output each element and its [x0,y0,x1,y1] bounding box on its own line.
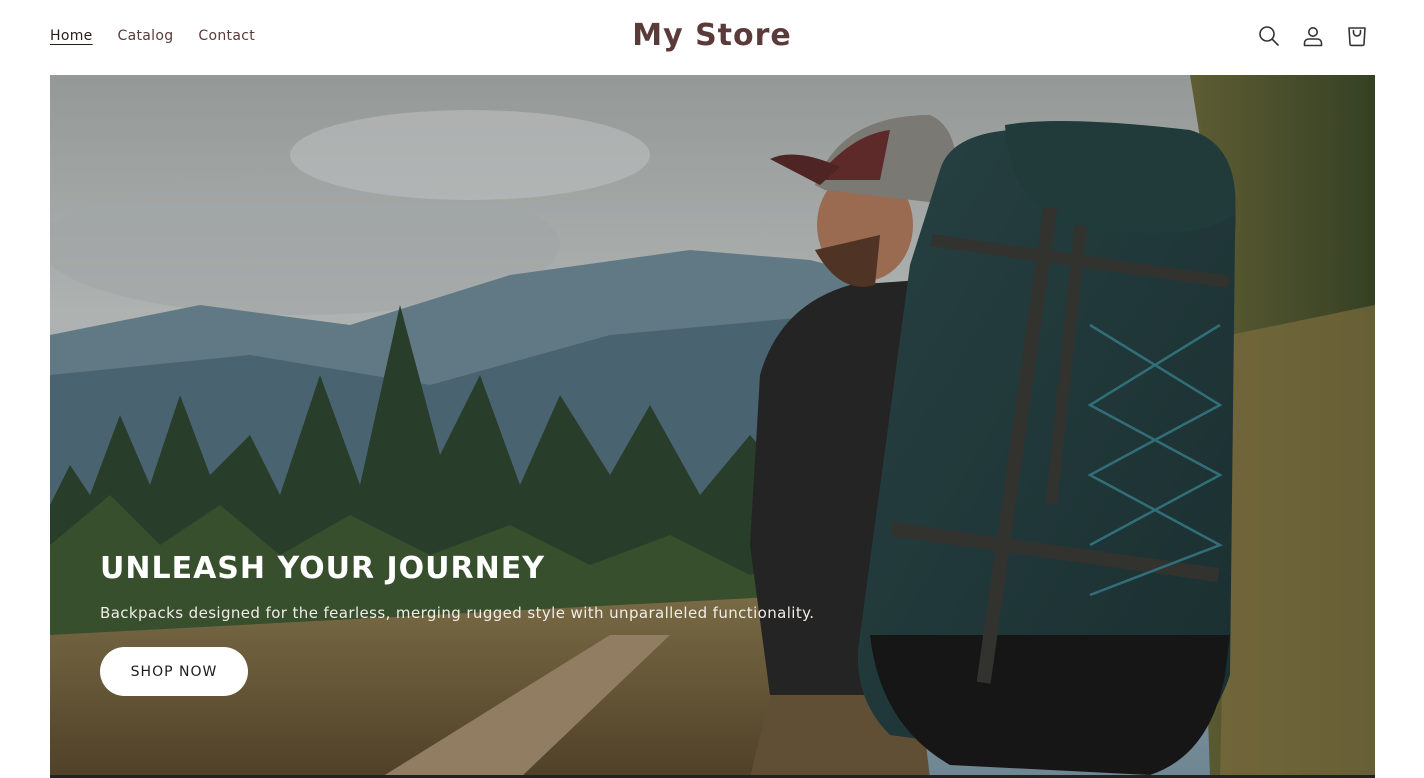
main-nav: Home Catalog Contact [50,27,280,45]
hero-banner: UNLEASH YOUR JOURNEY Backpacks designed … [50,75,1375,778]
account-icon[interactable] [1301,24,1325,48]
nav-link-catalog[interactable]: Catalog [118,27,174,45]
site-header: Home Catalog Contact My Store [0,0,1424,74]
store-logo[interactable]: My Store [632,18,792,53]
header-icons [1257,24,1369,48]
hero-overlay [50,75,1375,778]
hero-subtitle: Backpacks designed for the fearless, mer… [100,604,815,622]
hero-title: UNLEASH YOUR JOURNEY [100,551,545,586]
nav-link-home[interactable]: Home [50,27,93,45]
nav-link-contact[interactable]: Contact [198,27,255,45]
search-icon[interactable] [1257,24,1281,48]
cart-icon[interactable] [1345,24,1369,48]
shop-now-button[interactable]: SHOP NOW [100,647,248,696]
